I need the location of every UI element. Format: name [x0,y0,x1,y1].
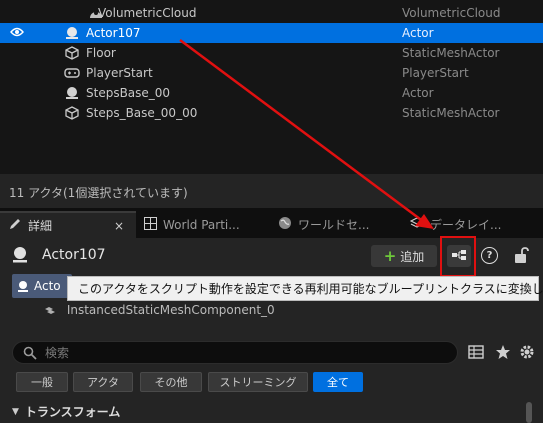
actor-count-bar: 11 アクタ(1個選択されています) [0,174,543,208]
outliner-row[interactable]: Steps_Base_00_00 StaticMeshActor [0,103,543,123]
tab-details[interactable]: 詳細 × [0,211,136,238]
layers-icon [409,216,425,233]
plus-icon: + [383,247,397,265]
actor-icon [64,85,80,101]
actor-count-text: 11 アクタ(1個選択されています) [9,186,188,200]
outliner-row-type: PlayerStart [402,66,469,80]
eye-icon[interactable] [10,26,24,40]
cube-icon [64,45,80,61]
unlock-icon[interactable] [513,246,529,264]
outliner-row-selected[interactable]: Actor107 Actor [0,23,543,43]
search-input[interactable] [45,345,425,360]
mesh-component-icon [45,306,55,314]
add-label: 追加 [400,249,425,264]
help-icon[interactable]: ? [481,247,498,264]
filter-all-button[interactable]: 全て [313,372,363,392]
add-component-button[interactable]: + 追加 [371,245,437,267]
transform-section-header[interactable]: ▼ トランスフォーム [0,400,520,423]
actor-name: Actor107 [42,247,106,263]
outliner-row[interactable]: PlayerStart PlayerStart [0,63,543,83]
outliner-row-name: Actor107 [86,26,141,40]
component-label: Acto [34,279,61,293]
gamepad-icon [64,65,80,81]
globe-icon [278,216,292,233]
outliner-row[interactable]: StepsBase_00 Actor [0,83,543,103]
search-icon [23,346,37,360]
outliner-row-name: Floor [86,46,116,60]
table-view-icon[interactable] [468,344,484,360]
tab-label: World Parti... [163,217,240,232]
outliner-row-type: StaticMeshActor [402,46,500,60]
outliner-row[interactable]: VolumetricCloud VolumetricCloud [0,3,543,23]
section-label: トランスフォーム [24,405,121,419]
chevron-down-icon: ▼ [12,406,19,417]
outliner-row-name: PlayerStart [86,66,153,80]
subcomponent-label: InstancedStaticMeshComponent_0 [66,303,275,317]
outliner-row-type: Actor [402,26,434,40]
panel-tab-bar: 詳細 × World Parti... ワールドセ... データレイ... [0,208,543,238]
tab-data-layers[interactable]: データレイ... [409,211,530,238]
grid-icon [144,216,157,233]
filter-general-button[interactable]: 一般 [16,372,68,392]
outliner-row[interactable]: Floor StaticMeshActor [0,43,543,63]
highlight-box [440,236,476,277]
root-component-row[interactable]: Acto [12,274,72,298]
scrollbar[interactable] [526,402,532,423]
tab-world-partition[interactable]: World Parti... [144,211,270,238]
actor-icon [10,245,30,265]
actor-icon [64,25,80,41]
outliner-panel: VolumetricCloud VolumetricCloud Actor107… [0,0,543,174]
pencil-icon [8,217,22,234]
tooltip: このアクタをスクリプト動作を設定できる再利用可能なブループリントクラスに変換しま… [67,276,543,301]
tab-label: ワールドセ... [298,218,370,232]
subcomponent-row[interactable]: InstancedStaticMeshComponent_0 [43,303,275,317]
outliner-row-name: Steps_Base_00_00 [86,106,198,120]
outliner-row-type: Actor [402,86,434,100]
outliner-row-type: StaticMeshActor [402,106,500,120]
actor-icon [18,281,28,292]
outliner-row-name: VolumetricCloud [98,6,197,20]
filter-other-button[interactable]: その他 [140,372,202,392]
outliner-row-name: StepsBase_00 [86,86,171,100]
filter-streaming-button[interactable]: ストリーミング [208,372,308,392]
tooltip-text: このアクタをスクリプト動作を設定できる再利用可能なブループリントクラスに変換しま… [78,282,543,296]
filter-actor-button[interactable]: アクタ [73,372,133,392]
cube-icon [64,105,80,121]
star-icon[interactable] [495,344,511,360]
outliner-row-type: VolumetricCloud [402,6,501,20]
tab-label: データレイ... [430,218,502,232]
search-box[interactable] [12,341,458,364]
close-icon[interactable]: × [114,219,124,233]
tab-label: 詳細 [28,219,53,233]
gear-icon[interactable] [519,344,535,360]
tab-world-settings[interactable]: ワールドセ... [278,211,404,238]
